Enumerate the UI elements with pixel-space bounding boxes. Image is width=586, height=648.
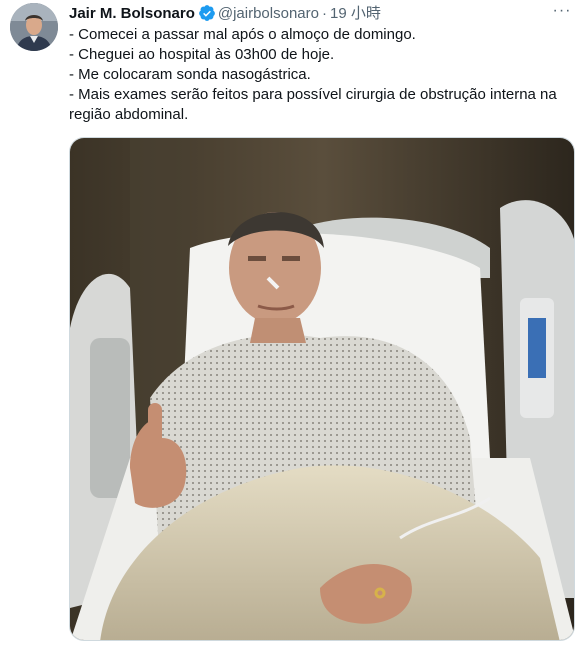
- tweet-timestamp[interactable]: 19 小時: [330, 5, 381, 22]
- tweet-photo[interactable]: [69, 137, 575, 641]
- more-horizontal-icon[interactable]: ···: [552, 3, 572, 23]
- tweet-header: Jair M. Bolsonaro @jairbolsonaro · 19 小時: [69, 4, 576, 24]
- tweet-line: - Comecei a passar mal após o almoço de …: [69, 26, 416, 43]
- tweet[interactable]: Jair M. Bolsonaro @jairbolsonaro · 19 小時 ··…: [0, 0, 586, 648]
- avatar[interactable]: [10, 3, 58, 51]
- tweet-line: - Me colocaram sonda nasogástrica.: [69, 66, 311, 83]
- author-handle[interactable]: @jairbolsonaro: [218, 5, 319, 22]
- separator-dot: ·: [321, 5, 327, 22]
- tweet-line: - Mais exames serão feitos para possível…: [69, 86, 557, 123]
- tweet-text: - Comecei a passar mal após o almoço de …: [69, 25, 569, 125]
- tweet-line: - Cheguei ao hospital às 03h00 de hoje.: [69, 46, 335, 63]
- author-name[interactable]: Jair M. Bolsonaro: [69, 5, 195, 22]
- verified-badge-icon: [198, 4, 216, 22]
- avatar-photo: [10, 3, 58, 51]
- hospital-bed-photo: [70, 138, 574, 640]
